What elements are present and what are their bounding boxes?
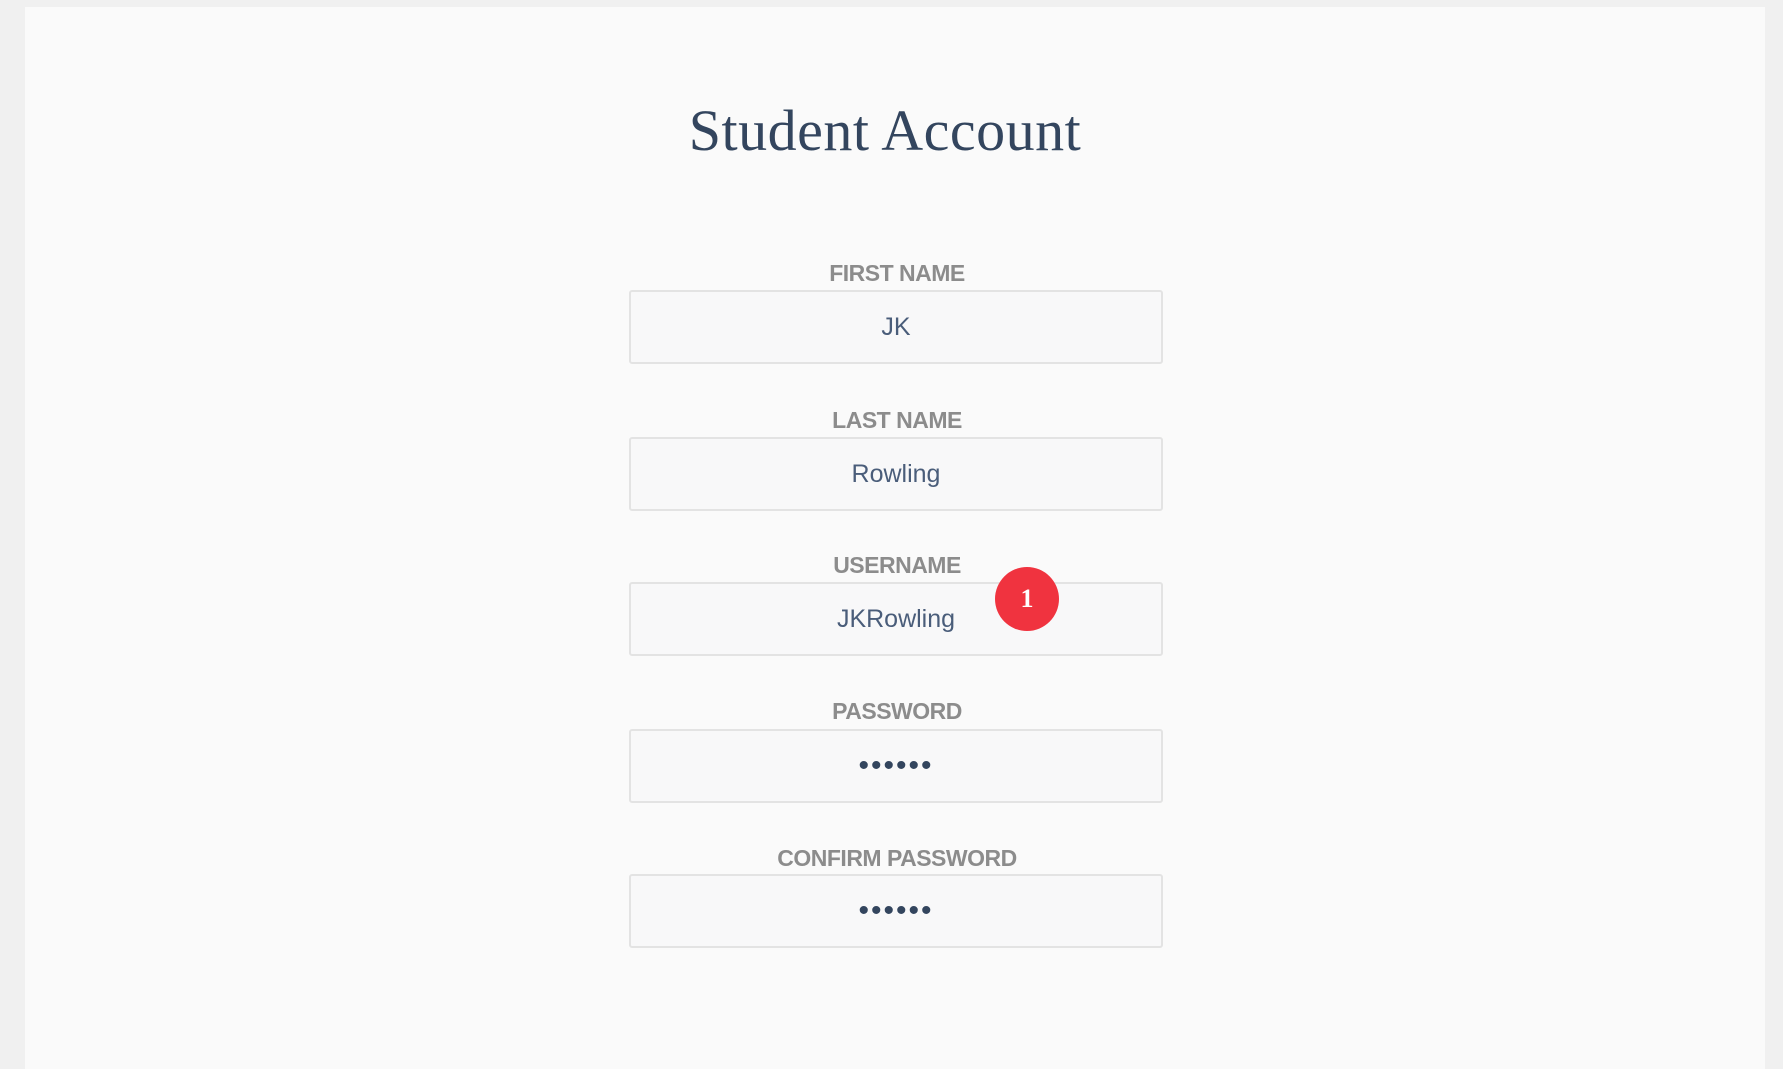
- first-name-field[interactable]: [629, 290, 1163, 364]
- confirm-password-field[interactable]: [629, 874, 1163, 948]
- form-panel: Student Account FIRST NAME LAST NAME USE…: [25, 7, 1765, 1069]
- password-label: PASSWORD: [832, 698, 962, 724]
- username-label: USERNAME: [833, 552, 961, 578]
- username-field[interactable]: [629, 582, 1163, 656]
- step-number-badge: 1: [995, 567, 1059, 631]
- page-title: Student Account: [688, 98, 1082, 163]
- confirm-password-label: CONFIRM PASSWORD: [777, 845, 1017, 871]
- last-name-label: LAST NAME: [832, 407, 962, 433]
- password-field[interactable]: [629, 729, 1163, 803]
- first-name-label: FIRST NAME: [829, 260, 965, 286]
- last-name-field[interactable]: [629, 437, 1163, 511]
